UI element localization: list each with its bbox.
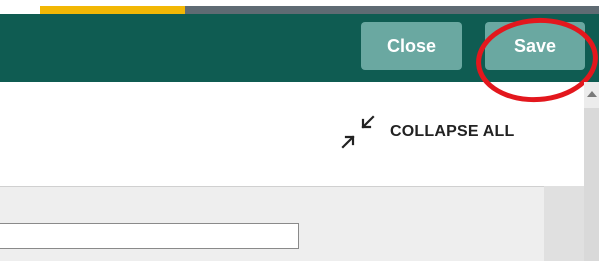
action-toolbar: Close Save [0,13,599,107]
text-input-field[interactable] [0,223,299,249]
collapse-all-button[interactable]: COLLAPSE ALL [340,112,514,152]
collapse-arrows-icon [341,115,375,149]
progress-bar [40,6,599,14]
close-button[interactable]: Close [361,22,462,70]
progress-bar-fill [40,6,186,14]
panel-side-edge [544,186,584,261]
vertical-scrollbar[interactable] [584,82,599,261]
save-button[interactable]: Save [485,22,585,70]
top-strip [0,0,599,14]
form-panel [0,186,544,261]
scroll-up-arrow-icon [587,91,597,97]
scrollbar-up-button[interactable] [584,82,599,108]
collapse-all-label: COLLAPSE ALL [390,123,515,140]
